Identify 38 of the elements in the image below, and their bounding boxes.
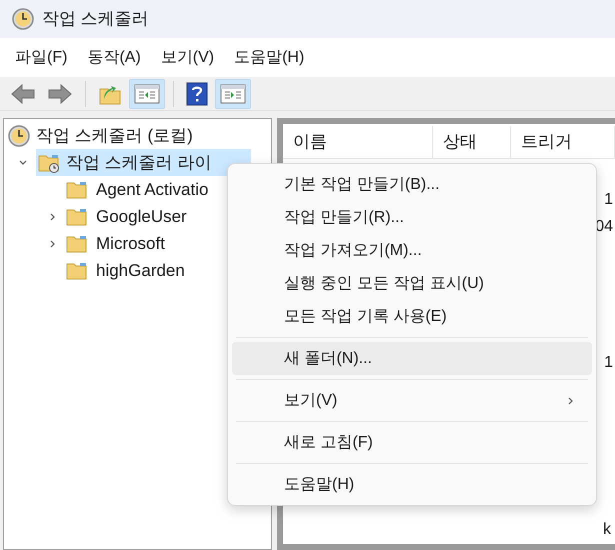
tree-item[interactable]: Microsoft [96, 230, 165, 256]
table-cell-text: 1 [604, 353, 613, 374]
menu-item[interactable]: 동작(A) [78, 46, 150, 70]
tree-item[interactable]: Agent Activatio [96, 176, 208, 202]
table-cell-text: k [603, 520, 611, 540]
tree-item[interactable]: 작업 스케줄러 라이 [36, 149, 252, 176]
folder-icon [66, 206, 88, 226]
folder-icon [66, 180, 88, 200]
pane-icon[interactable] [220, 82, 246, 104]
forward-arrow-icon[interactable] [47, 82, 73, 104]
menu-item[interactable]: 실행 중인 모든 작업 표시(U) [232, 267, 592, 300]
menu-item[interactable]: 파일(F) [6, 46, 76, 70]
tree-item[interactable]: 작업 스케줄러 (로컬) [36, 123, 193, 149]
clock-icon [12, 8, 34, 30]
window-title: 작업 스케줄러 [42, 8, 149, 30]
column-header[interactable]: 트리거 [511, 126, 615, 158]
table-cell-text: 1 [604, 190, 613, 210]
menu-item[interactable]: 모든 작업 기록 사용(E) [232, 300, 592, 333]
help-icon[interactable] [186, 82, 208, 106]
clock-icon [8, 125, 30, 147]
menu-item[interactable]: 새로 고침(F) [232, 426, 592, 459]
folder-icon [66, 234, 88, 254]
menu-item[interactable]: 작업 만들기(R)... [232, 201, 592, 234]
menu-item[interactable]: 보기(V) [232, 384, 592, 417]
folder-clock-icon [38, 152, 60, 172]
tree-item[interactable]: GoogleUser [96, 204, 187, 230]
folder-icon [66, 260, 88, 280]
column-header[interactable]: 이름 [283, 126, 433, 158]
menu-item[interactable]: 도움말(H) [225, 46, 314, 70]
menu-item[interactable]: 보기(V) [152, 46, 224, 70]
tree-item[interactable]: highGarden [96, 258, 185, 284]
column-header[interactable]: 상태 [433, 126, 511, 158]
menu-item[interactable]: 새 폴더(N)... [232, 342, 592, 375]
collapse-chevron-icon[interactable] [18, 158, 28, 168]
menu-item[interactable]: 작업 가져오기(M)... [232, 234, 592, 267]
back-arrow-icon[interactable] [10, 82, 36, 104]
pane-icon[interactable] [134, 82, 160, 104]
menu-item[interactable]: 도움말(H) [232, 468, 592, 501]
